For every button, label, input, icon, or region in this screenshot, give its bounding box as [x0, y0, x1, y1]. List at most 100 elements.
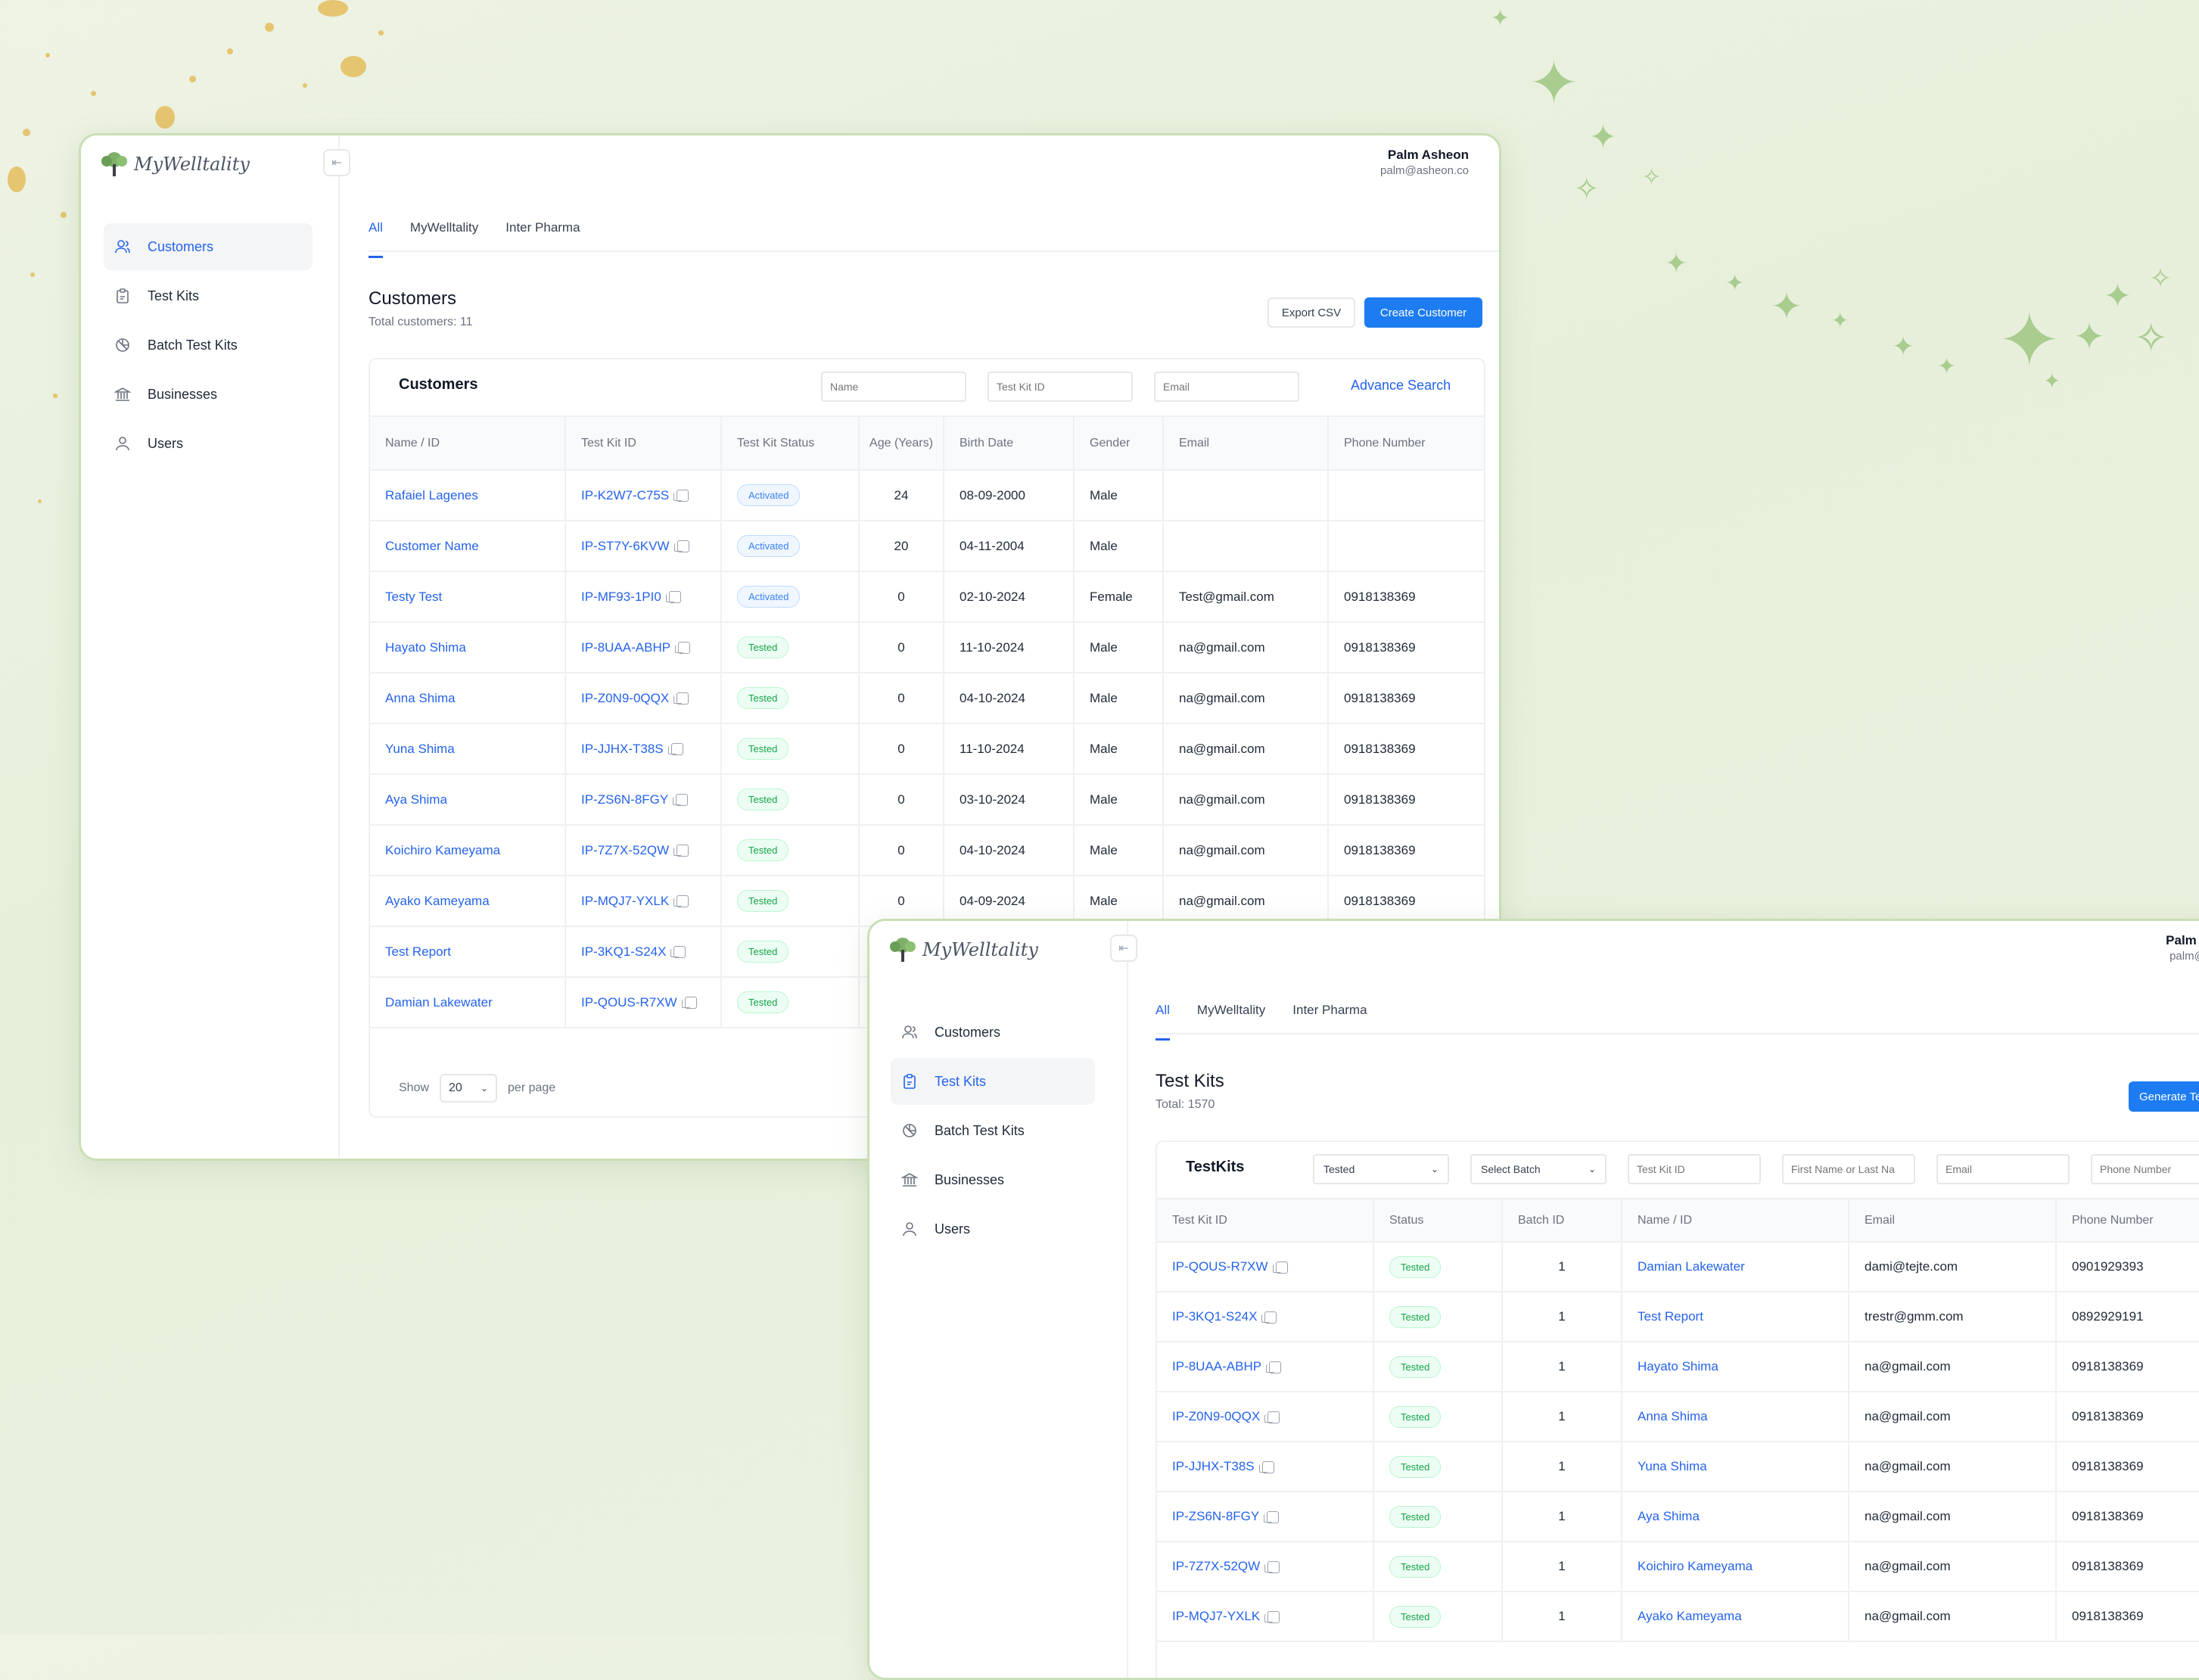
sidebar-item-businesses[interactable]: Businesses — [104, 371, 313, 418]
status-filter-select[interactable]: Tested ⌄ — [1313, 1154, 1449, 1184]
copy-icon[interactable] — [1264, 1560, 1280, 1573]
test-kit-id-link[interactable]: IP-JJHX-T38S — [1172, 1459, 1255, 1473]
copy-icon[interactable] — [1264, 1610, 1280, 1623]
table-row[interactable]: IP-7Z7X-52QW Tested 1 Koichiro Kameyama na@g… — [1157, 1542, 2199, 1592]
create-customer-button[interactable]: Create Customer — [1364, 297, 1482, 328]
customer-name-link[interactable]: Anna Shima — [385, 691, 456, 705]
table-row[interactable]: IP-QOUS-R7XW Tested 1 Damian Lakewater dami@… — [1157, 1242, 2199, 1293]
copy-icon[interactable] — [1266, 1361, 1282, 1374]
table-row[interactable]: IP-ZS6N-8FGY Tested 1 Aya Shima na@gmail.com… — [1157, 1492, 2199, 1542]
test-kit-id-link[interactable]: IP-8UAA-ABHP — [581, 640, 670, 655]
test-kit-id-link[interactable]: IP-K2W7-C75S — [581, 488, 669, 502]
table-row[interactable]: Rafaiel Lagenes IP-K2W7-C75S Activated 24 08… — [370, 470, 1484, 521]
table-row[interactable]: IP-3KQ1-S24X Tested 1 Test Report trestr@gmm… — [1157, 1292, 2199, 1342]
sidebar-item-users[interactable]: Users — [891, 1206, 1095, 1252]
test-kit-id-filter-input[interactable] — [988, 372, 1133, 402]
table-row[interactable]: Koichiro Kameyama IP-7Z7X-52QW Tested 0 04-1… — [370, 825, 1484, 876]
sidebar-item-customers[interactable]: Customers — [104, 223, 313, 270]
customer-name-cell[interactable]: Damian Lakewater — [370, 977, 566, 1028]
column-header[interactable]: Name / ID — [1622, 1199, 1849, 1243]
test-kit-id-link[interactable]: IP-MQJ7-YXLK — [581, 894, 669, 908]
customer-name-link[interactable]: Customer Name — [385, 539, 479, 553]
table-row[interactable]: IP-8UAA-ABHP Tested 1 Hayato Shima na@gmail.… — [1157, 1342, 2199, 1392]
test-kit-id-link[interactable]: IP-Z0N9-0QQX — [1172, 1409, 1260, 1423]
sidebar-item-users[interactable]: Users — [104, 420, 313, 467]
generate-test-kits-button[interactable]: Generate Te — [2129, 1081, 2199, 1112]
table-row[interactable]: Customer Name IP-ST7Y-6KVW Activated 20 04-1… — [370, 521, 1484, 572]
copy-icon[interactable] — [675, 642, 691, 655]
sidebar-item-test-kits[interactable]: Test Kits — [104, 272, 313, 319]
email-filter-input[interactable] — [1936, 1154, 2070, 1184]
column-header[interactable]: Status — [1373, 1199, 1503, 1243]
copy-icon[interactable] — [673, 490, 689, 502]
batch-filter-select[interactable]: Select Batch ⌄ — [1470, 1154, 1606, 1184]
advance-search-link[interactable]: Advance Search — [1351, 378, 1451, 394]
copy-icon[interactable] — [673, 794, 689, 807]
customer-name-cell[interactable]: Testy Test — [370, 571, 566, 623]
test-kit-id-filter-input[interactable] — [1628, 1154, 1761, 1184]
test-kit-id-link[interactable]: IP-ST7Y-6KVW — [581, 539, 670, 553]
customer-name-link[interactable]: Anna Shima — [1638, 1409, 1708, 1423]
test-kit-id-link[interactable]: IP-ZS6N-8FGY — [581, 792, 668, 807]
tab-mywelltality[interactable]: MyWelltality — [1197, 995, 1265, 1039]
test-kit-id-link[interactable]: IP-7Z7X-52QW — [581, 843, 669, 857]
copy-icon[interactable] — [673, 692, 689, 705]
sidebar-item-batch-test-kits[interactable]: Batch Test Kits — [891, 1107, 1095, 1154]
column-header[interactable]: Age (Years) — [859, 417, 944, 471]
customer-name-cell[interactable]: Anna Shima — [370, 673, 566, 724]
customer-name-cell[interactable]: Koichiro Kameyama — [370, 825, 566, 876]
customer-name-link[interactable]: Test Report — [385, 944, 451, 959]
table-row[interactable]: IP-JJHX-T38S Tested 1 Yuna Shima na@gmail.co… — [1157, 1442, 2199, 1492]
test-kit-id-link[interactable]: IP-QOUS-R7XW — [1172, 1259, 1268, 1274]
tab-all[interactable]: All — [369, 213, 383, 258]
customer-name-cell[interactable]: Ayako Kameyama — [370, 876, 566, 927]
customer-name-link[interactable]: Test Report — [1638, 1309, 1703, 1324]
column-header[interactable]: Email — [1163, 417, 1329, 471]
test-kit-id-link[interactable]: IP-7Z7X-52QW — [1172, 1559, 1260, 1573]
test-kit-id-link[interactable]: IP-ZS6N-8FGY — [1172, 1509, 1259, 1523]
copy-icon[interactable] — [673, 895, 689, 908]
sidebar-item-batch-test-kits[interactable]: Batch Test Kits — [104, 322, 313, 369]
table-row[interactable]: Hayato Shima IP-8UAA-ABHP Tested 0 11-10-202… — [370, 622, 1484, 674]
sidebar-item-businesses[interactable]: Businesses — [891, 1156, 1095, 1203]
phone-filter-input[interactable] — [2091, 1154, 2199, 1184]
column-header[interactable]: Phone Number — [1328, 417, 1484, 471]
column-header[interactable]: Gender — [1074, 417, 1164, 471]
customer-name-link[interactable]: Hayato Shima — [385, 640, 466, 655]
table-row[interactable]: Yuna Shima IP-JJHX-T38S Tested 0 11-10-2024 M… — [370, 723, 1484, 775]
column-header[interactable]: Test Kit ID — [1157, 1199, 1374, 1243]
copy-icon[interactable] — [1261, 1311, 1277, 1324]
sidebar-item-customers[interactable]: Customers — [891, 1009, 1095, 1056]
tab-inter-pharma[interactable]: Inter Pharma — [1292, 995, 1367, 1039]
test-kit-id-link[interactable]: IP-3KQ1-S24X — [581, 944, 666, 959]
column-header[interactable]: Phone Number — [2056, 1199, 2199, 1243]
customer-name-link[interactable]: Ayako Kameyama — [385, 894, 490, 908]
customer-name-link[interactable]: Ayako Kameyama — [1638, 1609, 1742, 1623]
customer-name-link[interactable]: Testy Test — [385, 590, 442, 604]
customer-name-link[interactable]: Yuna Shima — [385, 742, 455, 756]
test-kit-id-link[interactable]: IP-3KQ1-S24X — [1172, 1309, 1257, 1324]
customer-name-cell[interactable]: Yuna Shima — [370, 723, 566, 775]
user-profile[interactable]: Palm Asheon palm@asheon.co — [1380, 148, 1469, 177]
customer-name-cell[interactable]: Hayato Shima — [370, 622, 566, 674]
customer-name-link[interactable]: Yuna Shima — [1638, 1459, 1707, 1473]
table-row[interactable]: IP-MQJ7-YXLK Tested 1 Ayako Kameyama na@gmai… — [1157, 1591, 2199, 1642]
copy-icon[interactable] — [665, 591, 681, 604]
copy-icon[interactable] — [1264, 1510, 1280, 1523]
tab-all[interactable]: All — [1155, 995, 1170, 1041]
customer-name-link[interactable]: Rafaiel Lagenes — [385, 488, 478, 502]
column-header[interactable]: Name / ID — [370, 417, 566, 471]
test-kit-id-link[interactable]: IP-JJHX-T38S — [581, 742, 664, 756]
column-header[interactable]: Test Kit Status — [721, 417, 860, 471]
copy-icon[interactable] — [673, 845, 689, 857]
user-profile[interactable]: Palm Ash palm@ash — [2166, 933, 2199, 963]
copy-icon[interactable] — [681, 997, 697, 1010]
customer-name-link[interactable]: Aya Shima — [385, 792, 447, 807]
customer-name-link[interactable]: Hayato Shima — [1638, 1359, 1718, 1374]
tab-mywelltality[interactable]: MyWelltality — [410, 213, 478, 257]
table-row[interactable]: Aya Shima IP-ZS6N-8FGY Tested 0 03-10-2024 Ma… — [370, 774, 1484, 826]
test-kit-id-link[interactable]: IP-MF93-1PI0 — [581, 590, 661, 604]
test-kit-id-link[interactable]: IP-MQJ7-YXLK — [1172, 1609, 1260, 1623]
table-row[interactable]: Anna Shima IP-Z0N9-0QQX Tested 0 04-10-2024 M… — [370, 673, 1484, 724]
test-kit-id-link[interactable]: IP-8UAA-ABHP — [1172, 1359, 1261, 1374]
